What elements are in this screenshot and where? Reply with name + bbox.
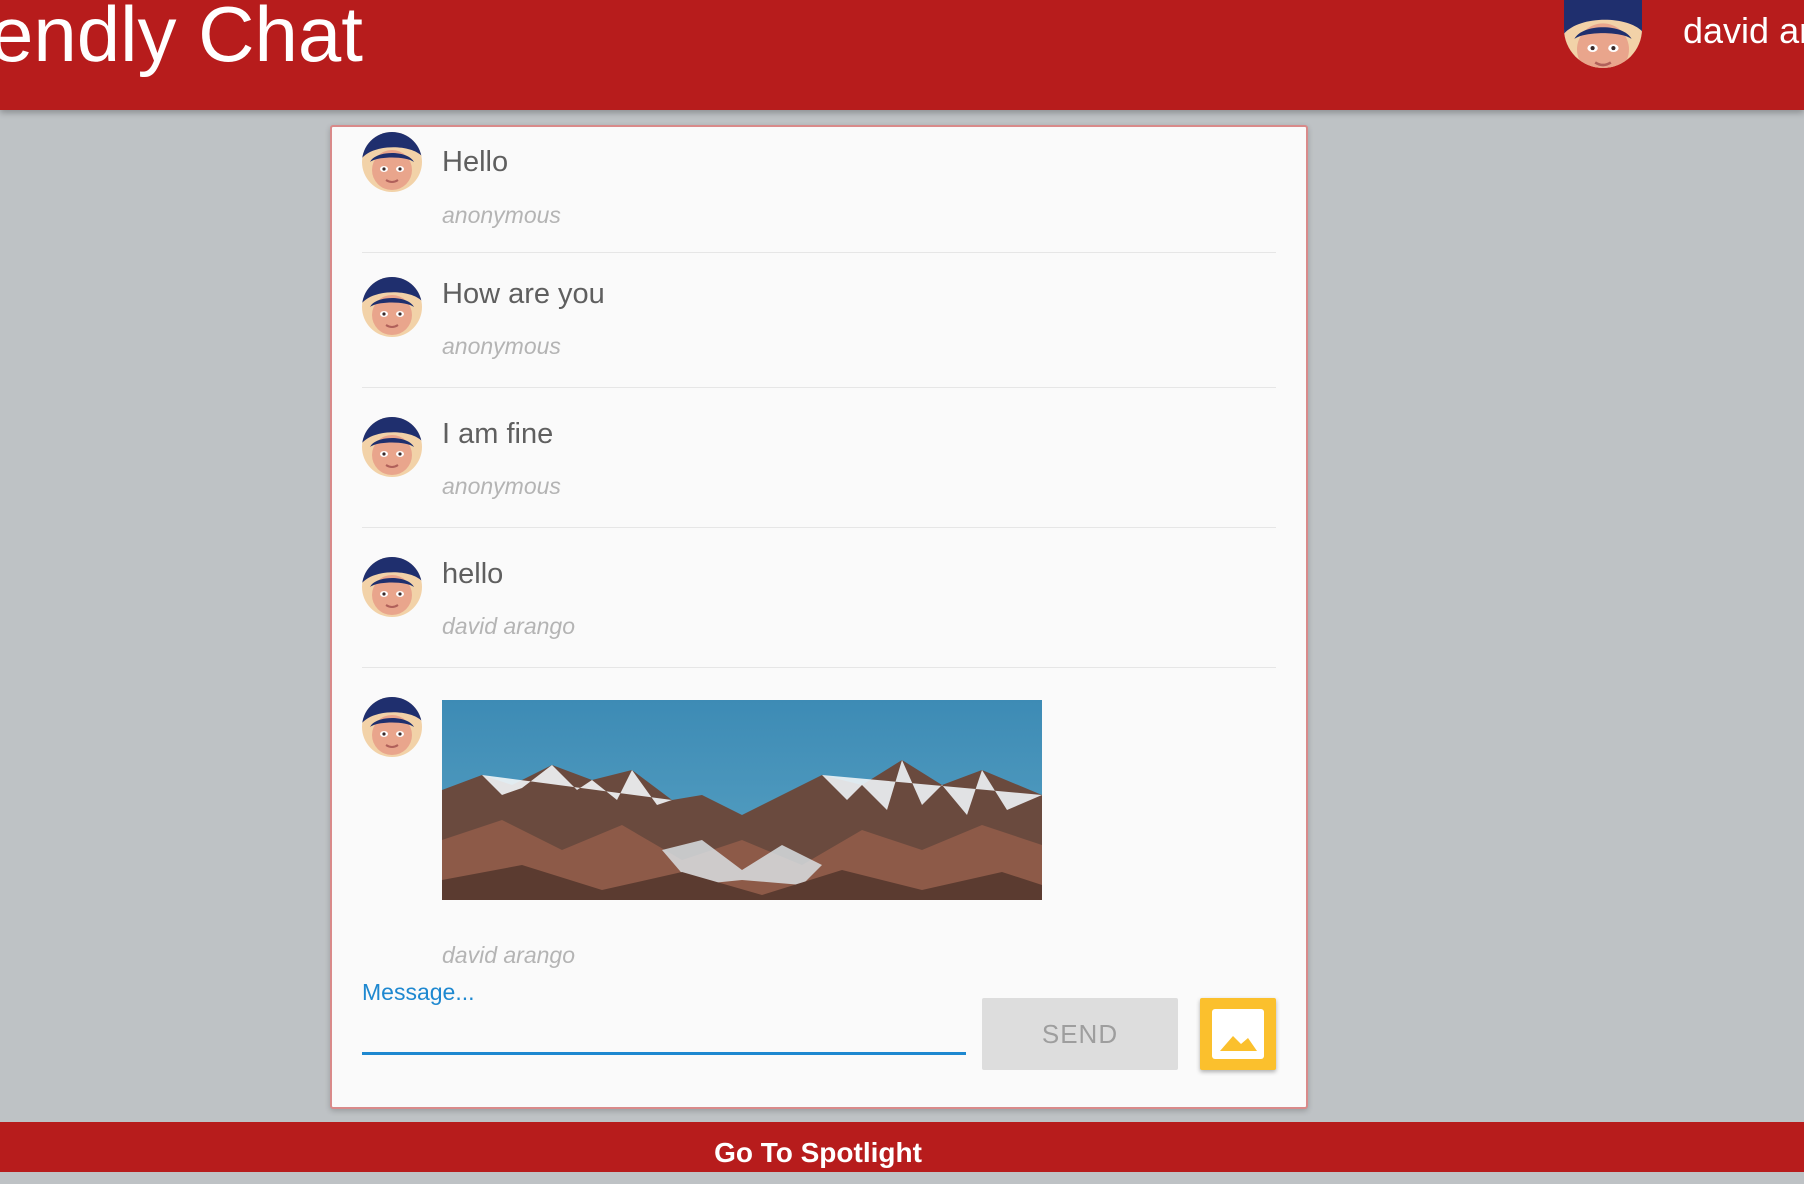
app-header: endly Chat david ara	[0, 0, 1804, 110]
message-item: How are you anonymous	[362, 267, 1276, 388]
send-button[interactable]: SEND	[982, 998, 1178, 1070]
avatar	[362, 132, 422, 192]
message-item: hello david arango	[362, 547, 1276, 668]
message-text: Hello	[442, 146, 509, 178]
message-input-label: Message...	[362, 979, 475, 1005]
message-author: anonymous	[442, 473, 561, 499]
message-text: How are you	[442, 278, 605, 310]
app-title: endly Chat	[0, 0, 363, 78]
avatar	[362, 417, 422, 477]
message-item: I am fine anonymous	[362, 407, 1276, 528]
go-to-spotlight-link[interactable]: Go To Spotlight	[0, 1122, 1636, 1184]
user-name: david ara	[1683, 10, 1804, 51]
user-avatar[interactable]	[1564, 0, 1642, 68]
message-author: anonymous	[442, 333, 561, 359]
image-upload-button[interactable]	[1200, 998, 1276, 1070]
avatar	[362, 557, 422, 617]
messages-card: Hello anonymous How are you anonymous I …	[330, 125, 1308, 1109]
message-text: hello	[442, 558, 504, 590]
footer-bar: Go To Spotlight	[0, 1122, 1804, 1172]
message-item: Hello anonymous	[362, 132, 1276, 253]
message-text: I am fine	[442, 418, 554, 450]
message-input[interactable]	[362, 1012, 966, 1055]
avatar	[362, 697, 422, 757]
image-icon	[1200, 1009, 1276, 1073]
avatar	[362, 277, 422, 337]
message-author: david arango	[442, 613, 575, 639]
message-item: david arango	[362, 687, 1276, 977]
message-author: anonymous	[442, 202, 561, 228]
message-author: david arango	[442, 942, 575, 968]
mountain-landscape-image[interactable]	[442, 700, 1042, 900]
